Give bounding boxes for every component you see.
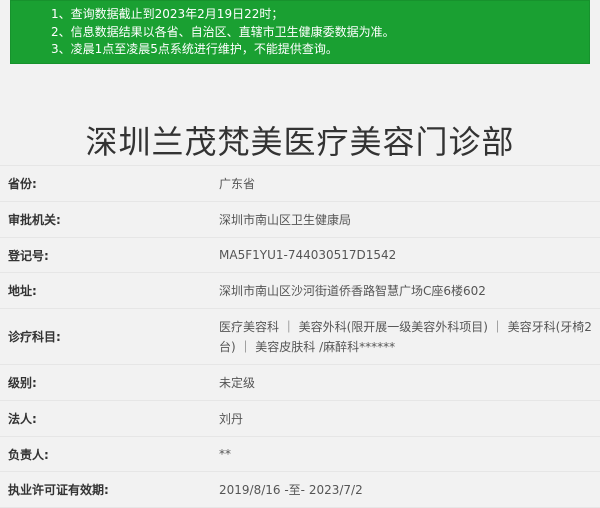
table-row-address: 地址: 深圳市南山区沙河街道侨香路智慧广场C座6楼602	[0, 273, 600, 309]
row-label: 法人:	[8, 412, 37, 426]
table-row-person-in-charge: 负责人: **	[0, 437, 600, 472]
notice-line-3: 3、凌晨1点至凌晨5点系统进行维护，不能提供查询。	[51, 42, 338, 56]
row-label: 省份:	[8, 177, 37, 191]
table-row-registration-number: 登记号: MA5F1YU1-744030517D1542	[0, 238, 600, 273]
row-label: 执业许可证有效期:	[8, 483, 109, 497]
table-row-departments: 诊疗科目: 医疗美容科 ｜ 美容外科(限开展一级美容外科项目) ｜ 美容牙科(牙…	[0, 309, 600, 365]
row-label: 负责人:	[8, 447, 49, 462]
row-value: 医疗美容科 ｜ 美容外科(限开展一级美容外科项目) ｜ 美容牙科(牙椅2台) ｜…	[219, 319, 592, 354]
table-row-license-validity: 执业许可证有效期: 2019/8/16 -至- 2023/7/2	[0, 472, 600, 508]
table-row-province: 省份: 广东省	[0, 166, 600, 202]
row-label: 级别:	[8, 376, 37, 390]
row-value: **	[219, 447, 231, 461]
row-label: 地址:	[8, 284, 37, 298]
row-value: 刘丹	[219, 411, 244, 426]
notice-line-1: 1、查询数据截止到2023年2月19日22时；	[51, 7, 284, 21]
row-value: 深圳市南山区卫生健康局	[219, 212, 352, 227]
table-row-legal-person: 法人: 刘丹	[0, 401, 600, 437]
row-label: 审批机关:	[8, 213, 61, 227]
row-value: 未定级	[219, 375, 256, 390]
row-value: MA5F1YU1-744030517D1542	[219, 248, 397, 262]
row-value: 深圳市南山区沙河街道侨香路智慧广场C座6楼602	[219, 283, 486, 298]
row-label: 登记号:	[8, 248, 49, 263]
row-label: 诊疗科目:	[8, 330, 61, 344]
notice-banner: 1、查询数据截止到2023年2月19日22时； 2、信息数据结果以各省、自治区、…	[10, 0, 590, 64]
row-value: 广东省	[219, 176, 256, 191]
detail-table: 省份: 广东省 审批机关: 深圳市南山区卫生健康局 登记号: MA5F1YU1-…	[0, 165, 600, 508]
table-row-approval-authority: 审批机关: 深圳市南山区卫生健康局	[0, 202, 600, 238]
row-value: 2019/8/16 -至- 2023/7/2	[219, 482, 363, 497]
page-title: 深圳兰茂梵美医疗美容门诊部	[85, 123, 515, 162]
notice-line-2: 2、信息数据结果以各省、自治区、直辖市卫生健康委数据为准。	[51, 25, 395, 39]
table-row-level: 级别: 未定级	[0, 365, 600, 401]
